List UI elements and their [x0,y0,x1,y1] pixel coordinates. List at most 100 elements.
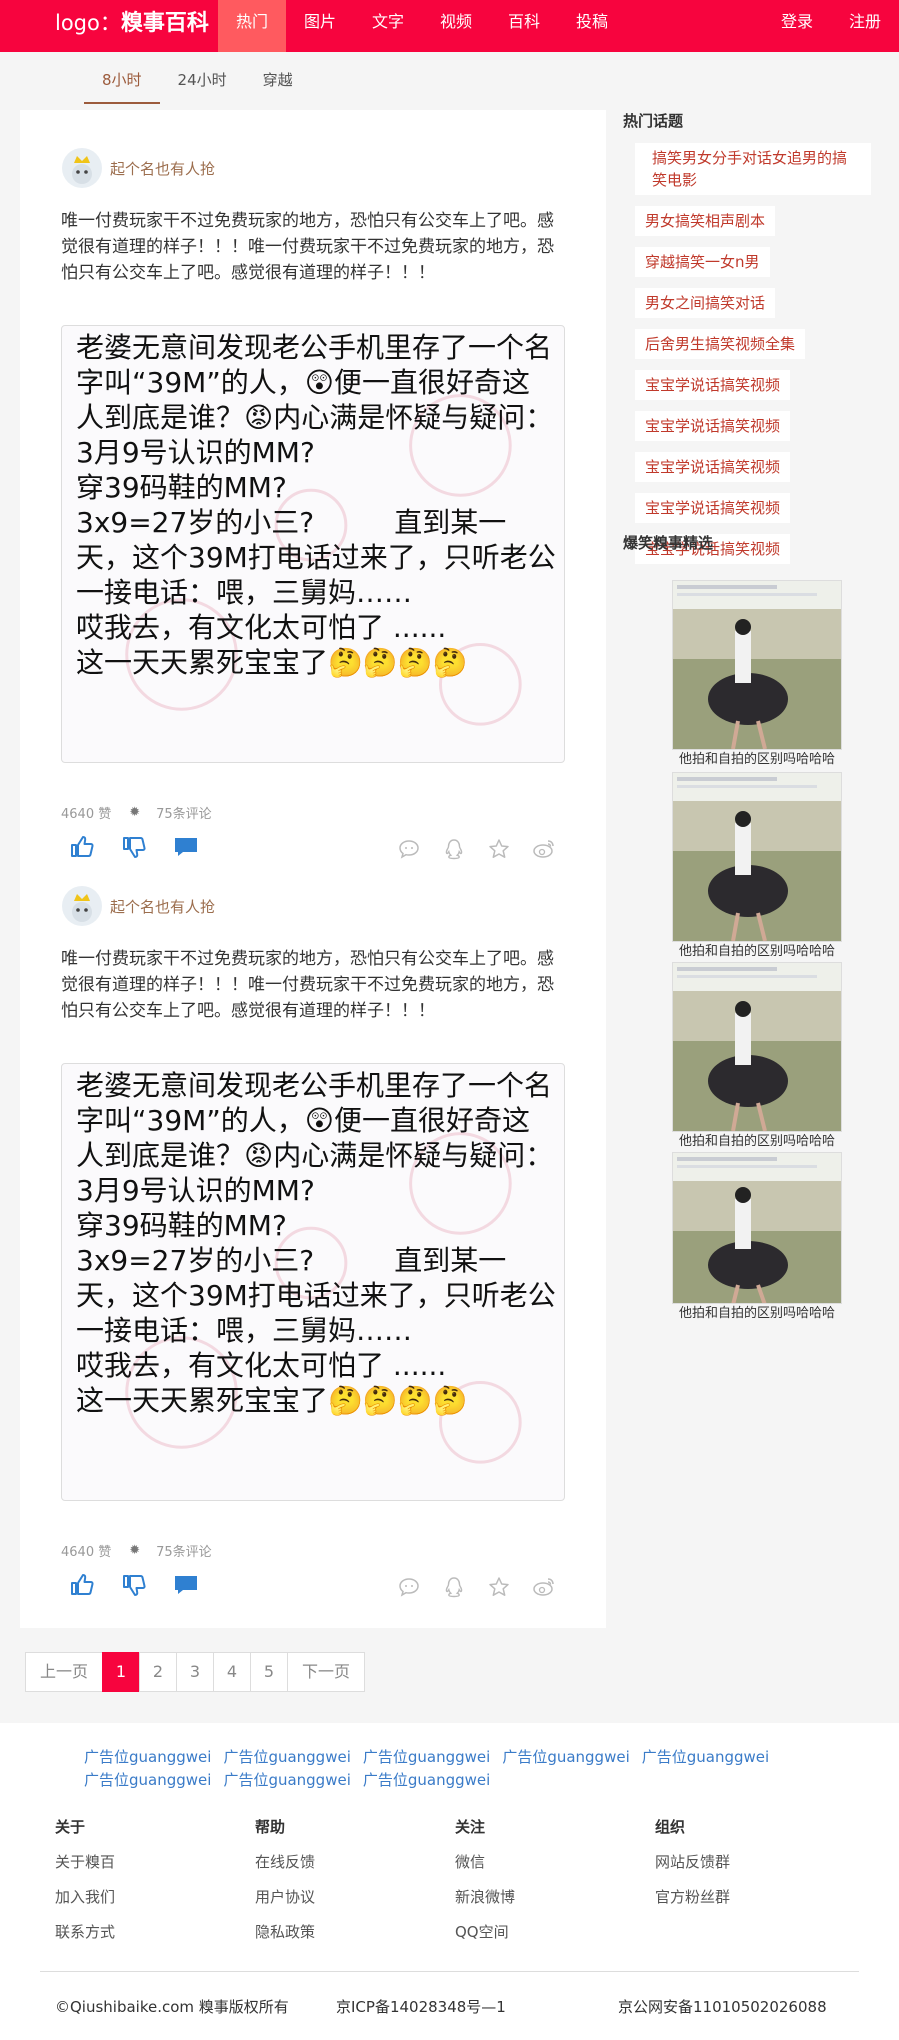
ad-link[interactable]: 广告位guanggwei [502,1748,629,1766]
comments-count[interactable]: 75条评论 [156,1541,212,1560]
hot-topic-link[interactable]: 男女之间搞笑对话 [635,288,776,318]
copyright-text: ©Qiushibaike.com 糗事版权所有 [55,1998,289,2016]
hot-topic-link[interactable]: 宝宝学说话搞笑视频 [635,493,791,523]
footer-column-title: 组织 [655,1818,686,1836]
top-header: logo：糗事百科 热门 图片 文字 视频 百科 投稿 登录 注册 [0,0,899,52]
featured-pic-item[interactable]: 他拍和自拍的区别吗哈哈哈 [672,580,842,768]
post-author[interactable]: 起个名也有人抢 [62,882,215,930]
sidebar: 热门话题 搞笑男女分手对话女追男的搞笑电影 男女搞笑相声剧本 穿越搞笑一女n男 … [623,110,873,1321]
thumbs-down-icon[interactable] [122,832,174,862]
footer-link[interactable]: 网站反馈群 [655,1845,855,1880]
footer-link[interactable]: 用户协议 [255,1880,455,1915]
copyright-bar: ©Qiushibaike.com 糗事版权所有 京ICP备14028348号—1… [55,1996,855,2017]
footer-column-about: 关于 关于糗百 加入我们 联系方式 [55,1817,255,1950]
weibo-icon[interactable] [521,1572,566,1602]
author-name[interactable]: 起个名也有人抢 [110,158,215,179]
star-icon[interactable] [476,834,521,864]
star-icon[interactable] [476,1572,521,1602]
comment-icon[interactable] [174,1570,226,1600]
hot-topic-link[interactable]: 后舍男生搞笑视频全集 [635,329,806,359]
ad-link[interactable]: 广告位guanggwei [223,1771,350,1789]
thumbs-down-icon[interactable] [122,1570,174,1600]
footer-column-help: 帮助 在线反馈 用户协议 隐私政策 [255,1817,455,1950]
footer-divider [40,1971,859,1972]
footer-link[interactable]: 微信 [455,1845,655,1880]
ad-links: 广告位guanggwei 广告位guanggwei 广告位guanggwei 广告位g… [84,1746,804,1792]
post-image[interactable]: 老婆无意间发现老公手机里存了一个名字叫“39M”的人，😲便一直很好奇这人到底是谁… [61,325,565,763]
post-image[interactable]: 老婆无意间发现老公手机里存了一个名字叫“39M”的人，😲便一直很好奇这人到底是谁… [61,1063,565,1501]
nav-item-images[interactable]: 图片 [286,0,354,52]
comment-icon[interactable] [174,832,226,862]
share-actions [386,834,566,864]
footer-link[interactable]: 加入我们 [55,1880,255,1915]
ad-link[interactable]: 广告位guanggwei [223,1748,350,1766]
hot-topic-link[interactable]: 宝宝学说话搞笑视频 [635,370,791,400]
login-link[interactable]: 登录 [763,0,831,52]
nav-item-wiki[interactable]: 百科 [490,0,558,52]
register-link[interactable]: 注册 [831,0,899,52]
hot-topic-link[interactable]: 宝宝学说话搞笑视频 [635,452,791,482]
ad-link[interactable]: 广告位guanggwei [642,1748,769,1766]
footer-link[interactable]: 关于糗百 [55,1845,255,1880]
nav-item-hot[interactable]: 热门 [218,0,286,52]
author-name[interactable]: 起个名也有人抢 [110,896,215,917]
thumbs-up-icon[interactable] [70,1570,122,1600]
footer-link[interactable]: QQ空间 [455,1915,655,1950]
footer-link[interactable]: 官方粉丝群 [655,1880,855,1915]
tab-24h[interactable]: 24小时 [160,66,245,104]
ad-link[interactable]: 广告位guanggwei [84,1748,211,1766]
nav-item-submit[interactable]: 投稿 [558,0,626,52]
wechat-icon[interactable] [386,834,431,864]
post-content-text[interactable]: 唯一付费玩家干不过免费玩家的地方，恐怕只有公交车上了吧。感觉很有道理的样子！！！… [61,208,561,286]
qq-icon[interactable] [431,834,476,864]
avatar[interactable] [62,886,102,926]
ad-link[interactable]: 广告位guanggwei [363,1748,490,1766]
likes-count: 4640 赞 [61,807,112,822]
footer-link[interactable]: 在线反馈 [255,1845,455,1880]
post-author[interactable]: 起个名也有人抢 [62,144,215,192]
ad-link[interactable]: 广告位guanggwei [363,1771,490,1789]
footer-link[interactable]: 联系方式 [55,1915,255,1950]
hot-topic-link[interactable]: 穿越搞笑一女n男 [635,247,770,277]
featured-pic-caption[interactable]: 他拍和自拍的区别吗哈哈哈 [672,1134,842,1150]
footer-column-title: 帮助 [255,1818,286,1836]
nav-item-video[interactable]: 视频 [422,0,490,52]
page-button[interactable]: 2 [139,1652,177,1692]
prev-page-button[interactable]: 上一页 [25,1652,103,1692]
hot-topic-link[interactable]: 宝宝学说话搞笑视频 [635,411,791,441]
ad-link[interactable]: 广告位guanggwei [84,1771,211,1789]
featured-pic-image[interactable] [672,772,842,942]
tab-travel[interactable]: 穿越 [245,66,311,104]
weibo-icon[interactable] [521,834,566,864]
footer-column-title: 关注 [455,1818,486,1836]
featured-pic-image[interactable] [672,580,842,750]
page-button[interactable]: 3 [176,1652,214,1692]
page-button[interactable]: 4 [213,1652,251,1692]
featured-pic-caption[interactable]: 他拍和自拍的区别吗哈哈哈 [672,752,842,768]
post-image-text: 老婆无意间发现老公手机里存了一个名字叫“39M”的人，😲便一直很好奇这人到底是谁… [76,331,556,679]
featured-pic-item[interactable]: 他拍和自拍的区别吗哈哈哈 [672,772,842,960]
nav-item-text[interactable]: 文字 [354,0,422,52]
comments-count[interactable]: 75条评论 [156,803,212,822]
avatar[interactable] [62,148,102,188]
hot-topic-link[interactable]: 男女搞笑相声剧本 [635,206,776,236]
post-stats: 4640 赞 ✹ 75条评论 [61,1541,212,1560]
wechat-icon[interactable] [386,1572,431,1602]
featured-pic-caption[interactable]: 他拍和自拍的区别吗哈哈哈 [672,1306,842,1322]
next-page-button[interactable]: 下一页 [287,1652,365,1692]
featured-pic-item[interactable]: 他拍和自拍的区别吗哈哈哈 [672,1152,842,1322]
page-button[interactable]: 1 [102,1652,140,1692]
logo[interactable]: logo：糗事百科 [55,0,209,52]
footer-link[interactable]: 新浪微博 [455,1880,655,1915]
qq-icon[interactable] [431,1572,476,1602]
post-content-text[interactable]: 唯一付费玩家干不过免费玩家的地方，恐怕只有公交车上了吧。感觉很有道理的样子！！！… [61,946,561,1024]
featured-pic-image[interactable] [672,962,842,1132]
tab-8h[interactable]: 8小时 [84,66,160,104]
page-button[interactable]: 5 [250,1652,288,1692]
footer-link[interactable]: 隐私政策 [255,1915,455,1950]
featured-pic-caption[interactable]: 他拍和自拍的区别吗哈哈哈 [672,944,842,960]
featured-pic-image[interactable] [672,1152,842,1304]
hot-topic-link[interactable]: 搞笑男女分手对话女追男的搞笑电影 [635,143,871,195]
featured-pic-item[interactable]: 他拍和自拍的区别吗哈哈哈 [672,962,842,1150]
thumbs-up-icon[interactable] [70,832,122,862]
